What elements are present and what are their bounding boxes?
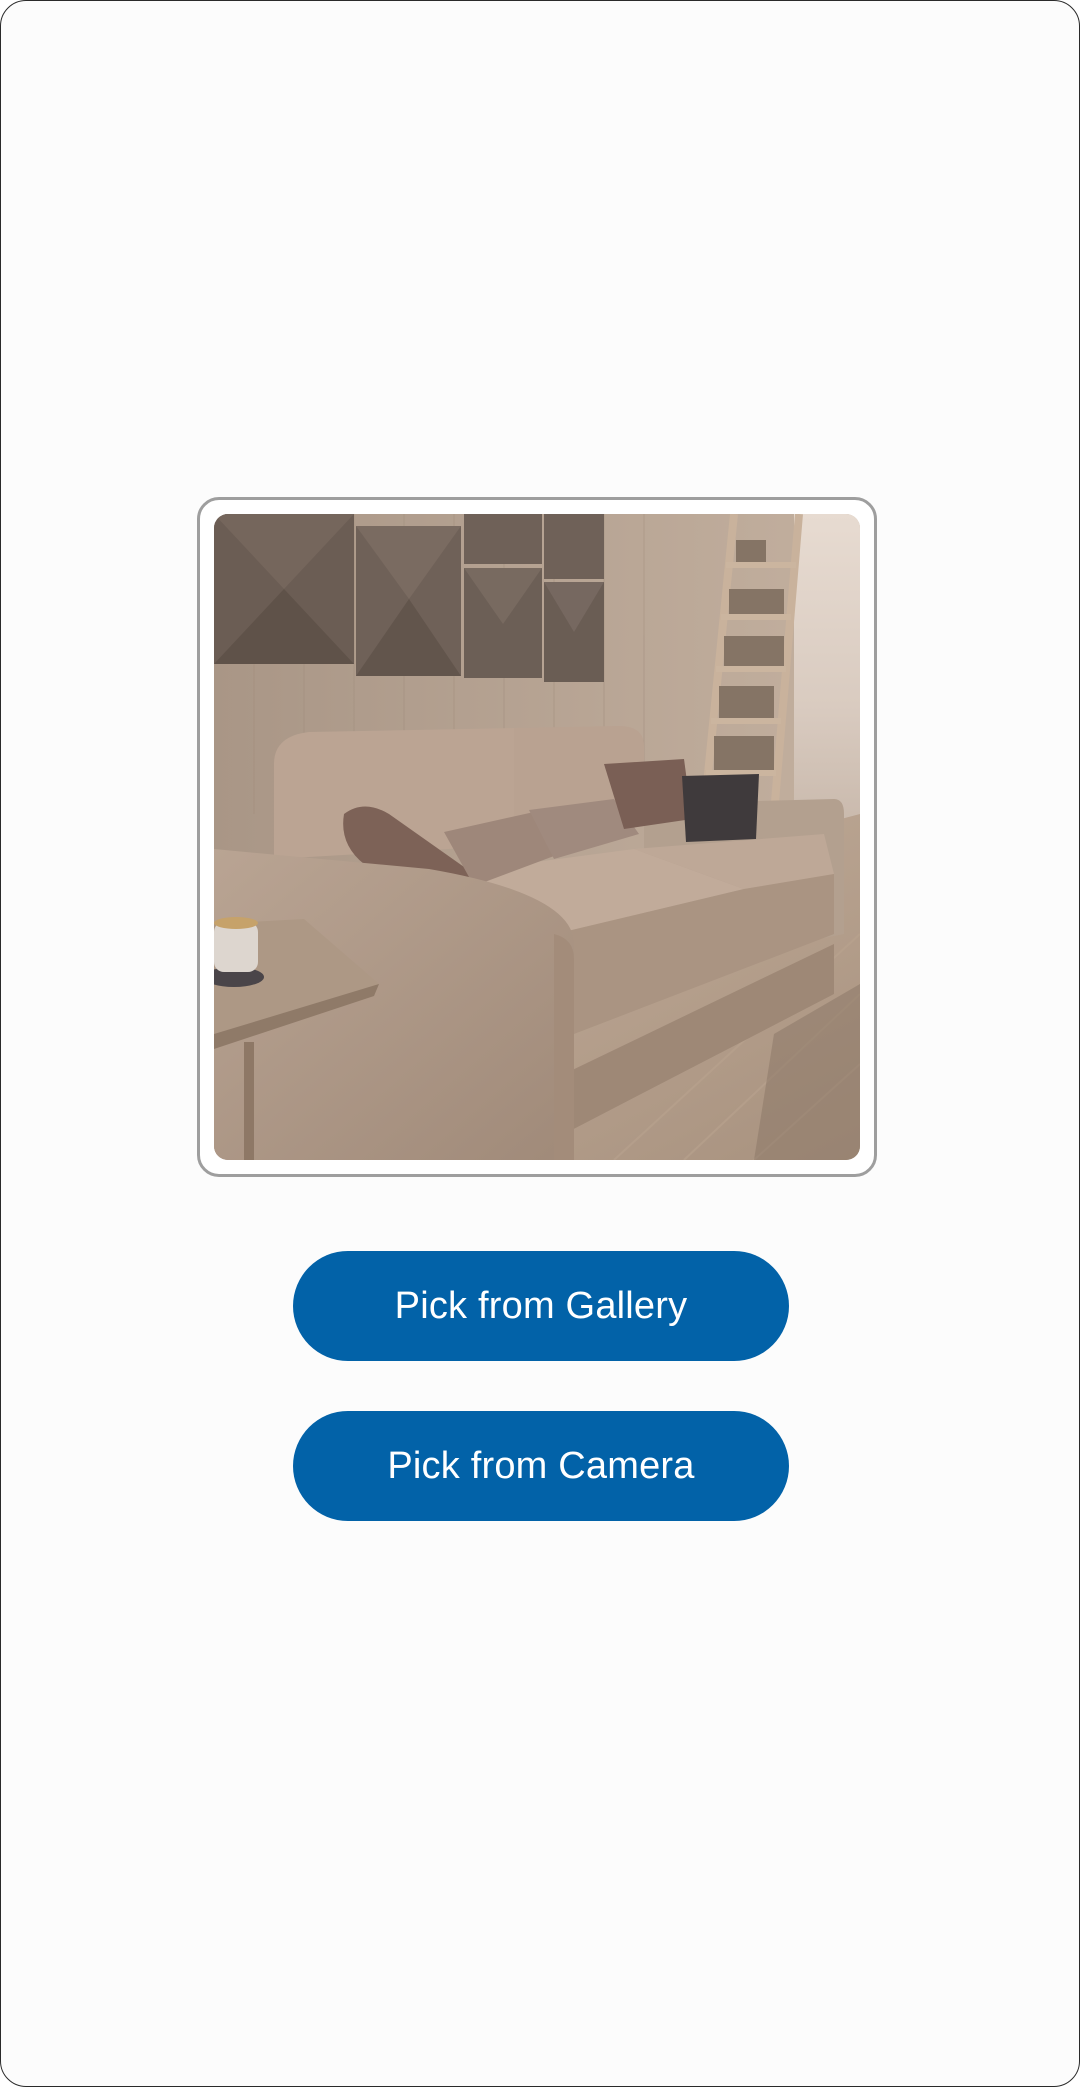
pick-from-gallery-label: Pick from Gallery bbox=[394, 1284, 688, 1327]
pick-from-camera-button[interactable]: Pick from Camera bbox=[293, 1411, 789, 1521]
pick-from-camera-label: Pick from Camera bbox=[387, 1444, 695, 1487]
pick-from-gallery-button[interactable]: Pick from Gallery bbox=[293, 1251, 789, 1361]
app-screen: Pick from Gallery Pick from Camera bbox=[0, 0, 1080, 2087]
sofa-photo bbox=[214, 514, 860, 1160]
image-preview-frame bbox=[197, 497, 877, 1177]
